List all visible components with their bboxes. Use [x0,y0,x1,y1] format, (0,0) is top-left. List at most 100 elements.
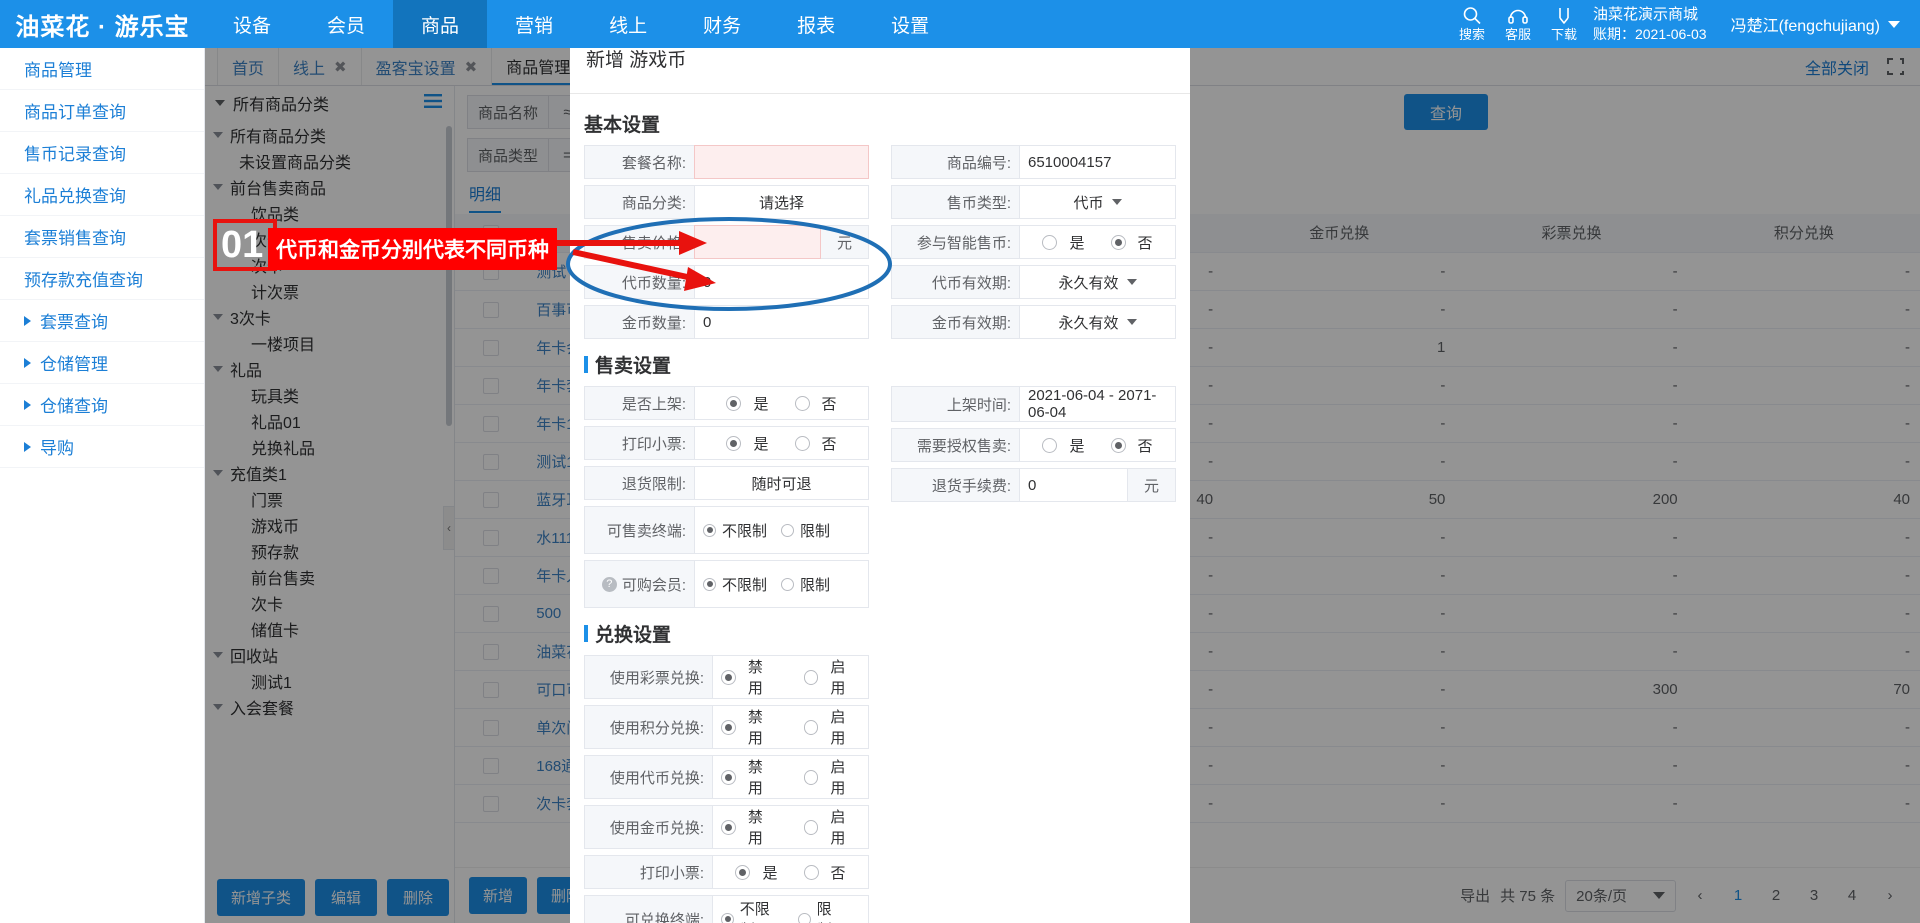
radio-ex-terminal-limited[interactable] [797,912,811,923]
sidebar-item-7[interactable]: 仓储管理 [0,342,204,384]
sidebar-item-3[interactable]: 礼品兑换查询 [0,174,204,216]
add-game-coin-modal: 新增 游戏币 基本设置 套餐名称: 商品分类: 请选择 售卖价格: 元 代币数量… [570,48,1190,923]
sidebar-item-2[interactable]: 售币记录查询 [0,132,204,174]
radio-lottery-disabled-label: 禁用 [747,659,763,697]
sidebar-item-4[interactable]: 套票销售查询 [0,216,204,258]
sidebar-item-6[interactable]: 套票查询 [0,300,204,342]
radio-print-sale-no[interactable] [794,435,810,451]
label-sale-price: 售卖价格: [584,225,694,259]
radio-ex-terminal-limited-label: 限制 [816,901,832,923]
user-menu[interactable]: 冯楚江(fengchujiang) [1707,0,1914,48]
radios-buyable-members[interactable]: 不限制 限制 [694,560,869,608]
radio-onshelf-yes[interactable] [726,395,742,411]
support-util[interactable]: 客服 [1495,5,1541,43]
top-nav-item-4[interactable]: 线上 [581,0,675,48]
radio-points-enabled[interactable] [803,719,819,735]
radio-auth-yes-label: 是 [1069,437,1085,455]
radios-gold-exchange[interactable]: 禁用 启用 [712,805,869,849]
sidebar-item-9[interactable]: 导购 [0,426,204,468]
sidebar-item-1[interactable]: 商品订单查询 [0,90,204,132]
top-nav-item-7[interactable]: 设置 [863,0,957,48]
radio-members-limited[interactable] [781,577,795,591]
radio-print-ex-yes[interactable] [735,864,751,880]
radio-members-unlimited[interactable] [703,577,716,591]
select-gold-validity[interactable]: 永久有效 [1019,305,1176,339]
radio-gold-enabled-label: 启用 [830,809,846,847]
label-buyable-members: ? 可购会员: [584,560,694,608]
top-nav-item-1[interactable]: 会员 [299,0,393,48]
value-shelf-time[interactable]: 2021-06-04 - 2071-06-04 [1019,386,1176,422]
label-smart-coin-sale: 参与智能售币: [891,225,1019,259]
radios-print-receipt-exchange[interactable]: 是 否 [712,855,869,889]
help-icon[interactable]: ? [601,576,617,592]
radio-gold-disabled[interactable] [721,819,736,835]
radio-sale-terminal-limited-label: 限制 [800,522,831,540]
label-buyable-members-text: 可购会员: [621,576,686,594]
radio-smart-no-label: 否 [1137,234,1153,252]
radio-lottery-disabled[interactable] [721,669,736,685]
select-return-limit[interactable]: 随时可退 [694,466,869,500]
radio-lottery-enabled[interactable] [803,669,819,685]
value-product-code: 6510004157 [1019,145,1176,179]
sale-right-column: 上架时间: 2021-06-04 - 2071-06-04 需要授权售卖: 是 … [891,386,1176,614]
search-util[interactable]: 搜索 [1449,5,1495,43]
radio-members-unlimited-label: 不限制 [722,576,768,594]
field-sale-price: 售卖价格: 元 [584,225,869,259]
select-product-category[interactable]: 请选择 [694,185,869,219]
radios-token-exchange[interactable]: 禁用 启用 [712,755,869,799]
radio-gold-enabled[interactable] [803,819,819,835]
radios-points-exchange[interactable]: 禁用 启用 [712,705,869,749]
top-nav-item-6[interactable]: 报表 [769,0,863,48]
top-right-utilities: 搜索 客服 下载 油菜花演示商城 账期：2021-06-03 冯楚江(fengc… [1449,0,1920,48]
top-nav-item-2[interactable]: 商品 [393,0,488,48]
download-util[interactable]: 下载 [1541,5,1587,43]
radios-smart-coin-sale[interactable]: 是 否 [1019,225,1176,259]
top-nav-item-3[interactable]: 营销 [487,0,581,48]
radio-onshelf-no[interactable] [794,395,810,411]
radio-auth-yes[interactable] [1042,437,1058,453]
radio-ex-terminal-unlimited[interactable] [721,912,734,923]
basic-settings-columns: 套餐名称: 商品分类: 请选择 售卖价格: 元 代币数量: 0 金币数量: 0 … [584,145,1176,345]
input-token-quantity[interactable]: 0 [694,265,869,299]
input-package-name[interactable] [694,145,869,179]
sale-left-column: 是否上架: 是 否 打印小票: 是 否 退货限制: 随时可退 可售卖终端: 不限… [584,386,869,614]
radios-exchange-terminal[interactable]: 不限制 限制 [712,895,869,923]
radio-print-sale-yes[interactable] [726,435,742,451]
radio-sale-terminal-limited[interactable] [781,523,795,537]
select-token-validity[interactable]: 永久有效 [1019,265,1176,299]
field-sale-terminal: 可售卖终端: 不限制 限制 [584,506,869,554]
label-token-quantity: 代币数量: [584,265,694,299]
basic-left-column: 套餐名称: 商品分类: 请选择 售卖价格: 元 代币数量: 0 金币数量: 0 [584,145,869,345]
radio-print-ex-no[interactable] [803,864,819,880]
label-product-category: 商品分类: [584,185,694,219]
field-lottery-exchange: 使用彩票兑换: 禁用 启用 [584,655,869,699]
field-shelf-time: 上架时间: 2021-06-04 - 2071-06-04 [891,386,1176,422]
radio-smart-yes[interactable] [1042,234,1058,250]
sidebar-item-0[interactable]: 商品管理 [0,48,204,90]
radio-sale-terminal-unlimited-label: 不限制 [722,522,768,540]
input-gold-quantity[interactable]: 0 [694,305,869,339]
radio-token-enabled[interactable] [803,769,819,785]
top-nav: 设备 会员 商品 营销 线上 财务 报表 设置 [205,0,957,48]
radios-on-shelf[interactable]: 是 否 [694,386,869,420]
radios-lottery-exchange[interactable]: 禁用 启用 [712,655,869,699]
radio-auth-no[interactable] [1110,437,1126,453]
radios-authorized-sale[interactable]: 是 否 [1019,428,1176,462]
chevron-down-icon [1126,279,1137,285]
input-sale-price[interactable] [694,225,821,259]
download-icon [1553,5,1575,27]
select-coin-sale-type[interactable]: 代币 [1019,185,1176,219]
radio-sale-terminal-unlimited[interactable] [703,523,716,537]
radios-sale-terminal[interactable]: 不限制 限制 [694,506,869,554]
sidebar-item-5[interactable]: 预存款充值查询 [0,258,204,300]
label-authorized-sale: 需要授权售卖: [891,428,1019,462]
radio-smart-no[interactable] [1110,234,1126,250]
sidebar-item-8[interactable]: 仓储查询 [0,384,204,426]
input-return-fee[interactable]: 0 [1019,468,1128,502]
sidebar-label-7: 仓储管理 [40,355,108,374]
radio-points-disabled[interactable] [721,719,736,735]
radio-token-disabled[interactable] [721,769,736,785]
top-nav-item-0[interactable]: 设备 [205,0,299,48]
radios-print-receipt-sale[interactable]: 是 否 [694,426,869,460]
top-nav-item-5[interactable]: 财务 [675,0,769,48]
